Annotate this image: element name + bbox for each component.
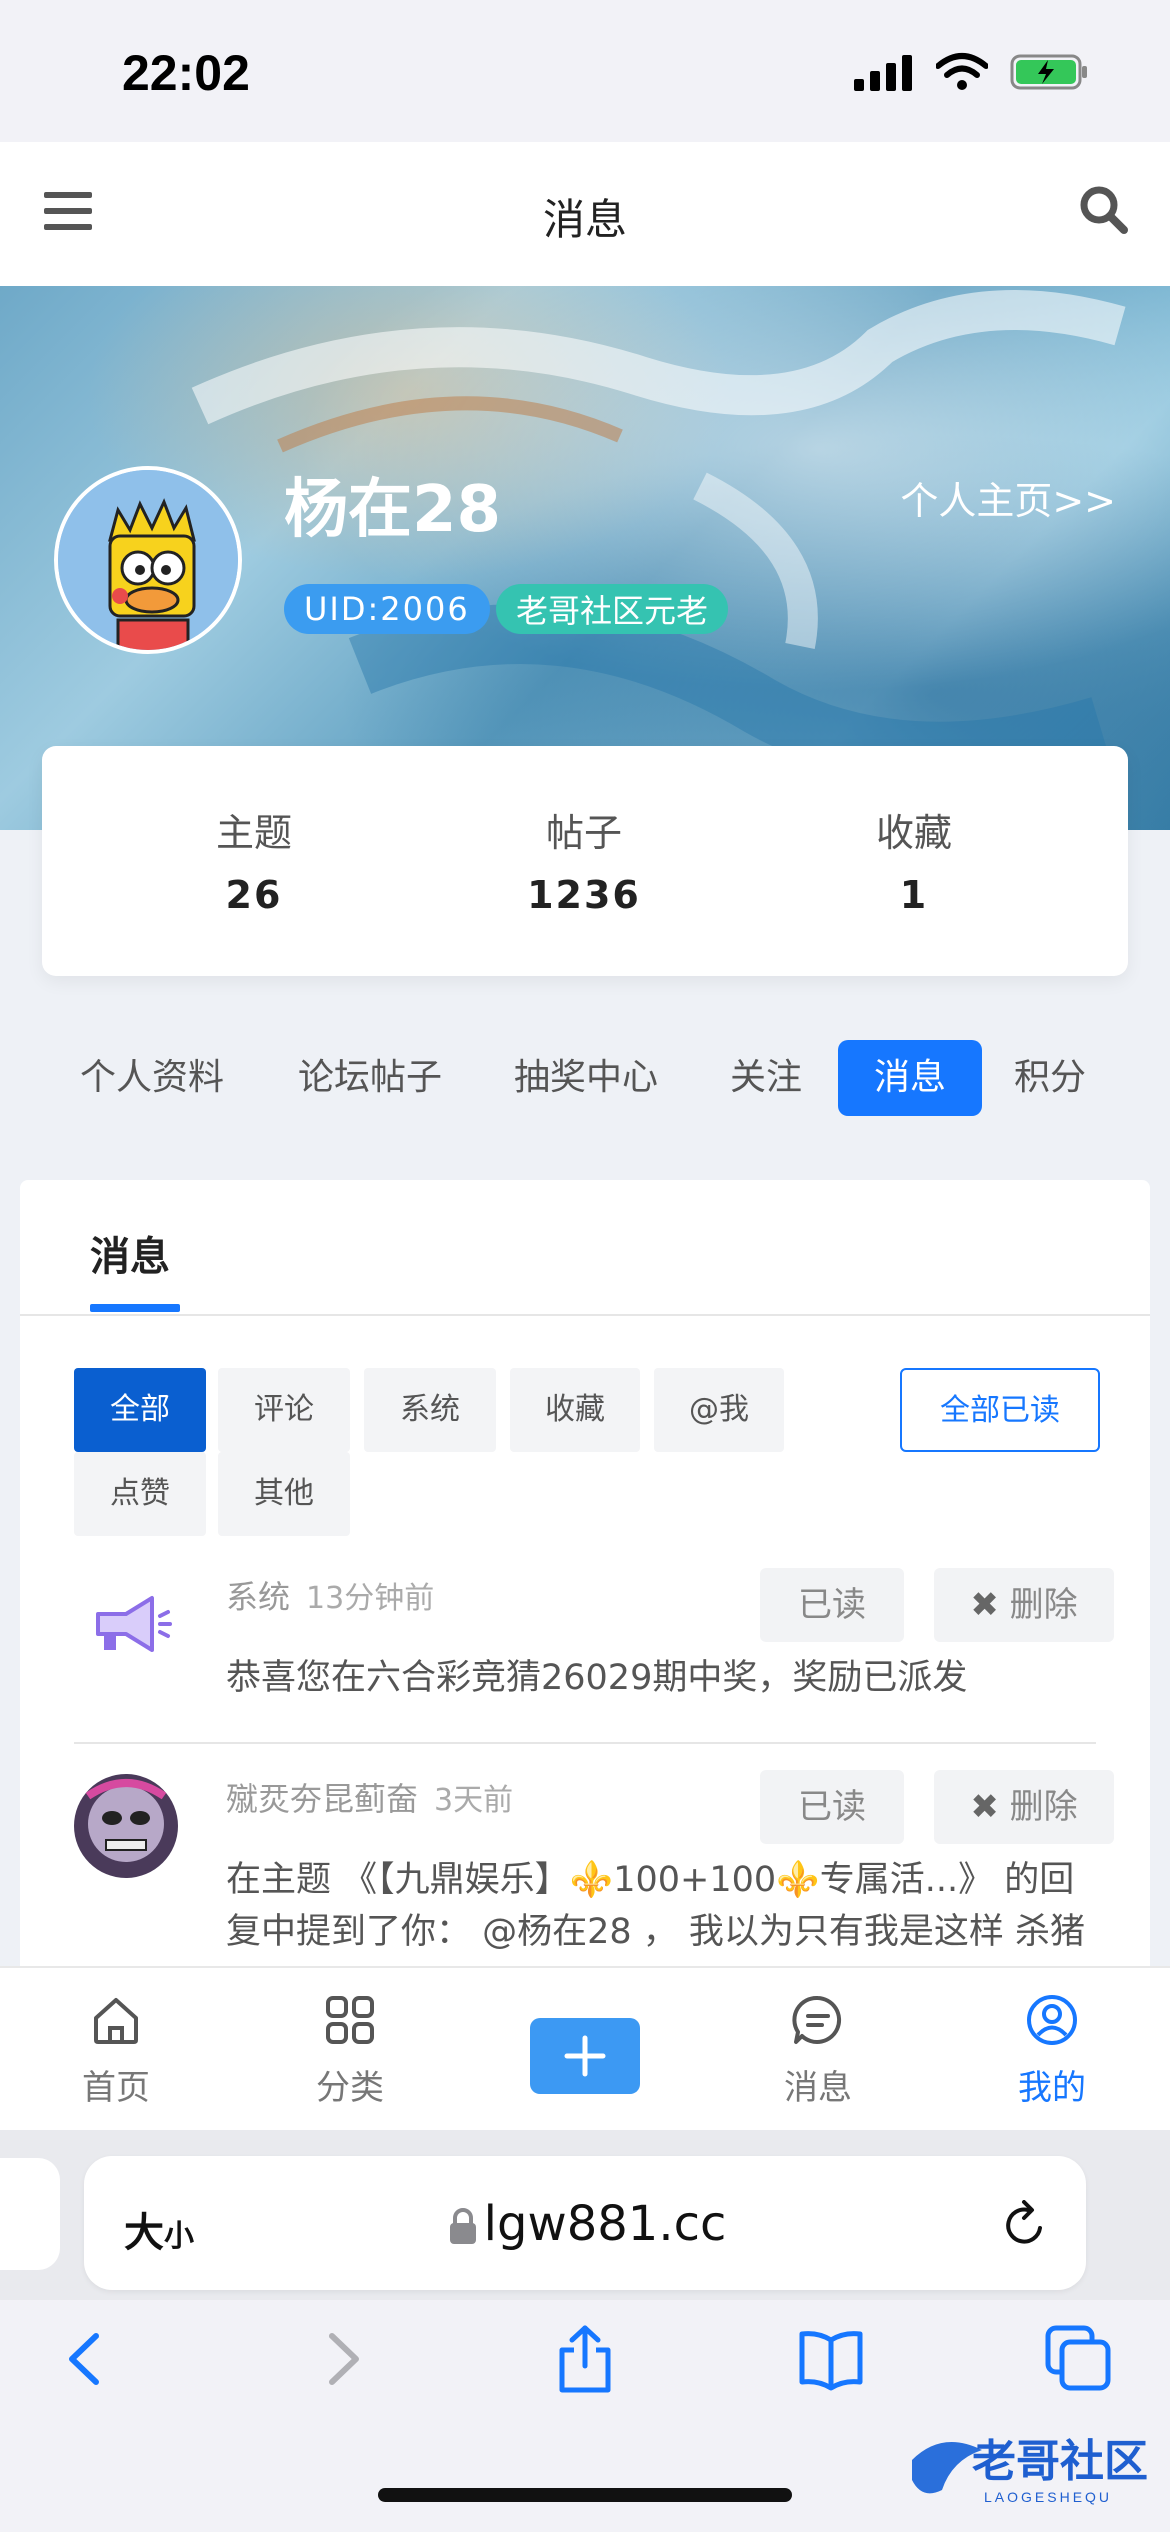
stat-label: 帖子: [545, 811, 622, 855]
profile-nav-tabs: 个人资料 论坛帖子 抽奖中心 关注 消息 积分: [0, 1040, 1170, 1120]
filter-likes[interactable]: 点赞: [74, 1452, 206, 1536]
filter-favorites[interactable]: 收藏: [510, 1368, 640, 1452]
filter-mentions[interactable]: @我: [654, 1368, 784, 1452]
stat-favorites[interactable]: 收藏 1: [784, 802, 1044, 917]
username: 杨在28: [284, 473, 502, 547]
message-text: 恭喜您在六合彩竞猜26029期中奖，奖励已派发: [226, 1658, 968, 1698]
tab-points[interactable]: 积分: [1014, 1040, 1086, 1116]
stats-card: 主题 26 帖子 1236 收藏 1: [42, 746, 1128, 976]
message-meta: 系统 13分钟前: [226, 1572, 434, 1618]
chat-icon: [792, 1995, 842, 2044]
new-post-button[interactable]: [530, 2018, 640, 2094]
battery-icon: [1010, 54, 1087, 90]
bookmarks-icon[interactable]: [796, 2324, 866, 2394]
panel-title-underline: [90, 1304, 180, 1312]
close-icon: ✖: [970, 1585, 999, 1625]
delete-button[interactable]: ✖ 删除: [934, 1568, 1114, 1642]
status-bar: 22:02: [0, 0, 1170, 142]
panel-title[interactable]: 消息: [90, 1224, 170, 1282]
bottom-tab-bar: 首页 分类 消息 我的: [0, 1966, 1170, 2130]
uid-badge: UID:2006: [284, 584, 490, 634]
message-meta: 殧烎夯昆蓟奤 3天前: [226, 1774, 513, 1820]
app-header: 消息: [0, 142, 1170, 286]
watermark-logo: 老哥社区 LAOGESHEQU: [902, 2420, 1152, 2520]
tabbar-label: 我的: [1018, 2068, 1086, 2108]
tab-lottery[interactable]: 抽奖中心: [514, 1040, 658, 1116]
filter-all[interactable]: 全部: [74, 1368, 206, 1452]
filter-comments[interactable]: 评论: [218, 1368, 350, 1452]
delete-label: 删除: [1009, 1585, 1078, 1625]
tab-profile[interactable]: 个人资料: [80, 1040, 224, 1116]
stat-value: 26: [225, 873, 283, 917]
stat-label: 收藏: [875, 811, 952, 855]
mark-all-read-button[interactable]: 全部已读: [900, 1368, 1100, 1452]
tabbar-home[interactable]: 首页: [36, 1992, 196, 2109]
level-badge: 老哥社区元老: [496, 584, 729, 634]
tabbar-label: 消息: [784, 2068, 852, 2108]
stat-value: 1236: [527, 873, 641, 917]
tab-forum-posts[interactable]: 论坛帖子: [298, 1040, 442, 1116]
tabbar-categories[interactable]: 分类: [270, 1992, 430, 2109]
page-title: 消息: [542, 195, 627, 244]
share-icon[interactable]: [550, 2324, 620, 2394]
filter-other[interactable]: 其他: [218, 1452, 350, 1536]
stat-value: 1: [899, 873, 929, 917]
tab-following[interactable]: 关注: [730, 1040, 802, 1116]
reload-icon[interactable]: [1000, 2200, 1050, 2250]
tabs-icon[interactable]: [1044, 2324, 1114, 2394]
mark-read-button[interactable]: 已读: [760, 1770, 904, 1844]
message-text: 在主题 《【九鼎娱乐】⚜️100+100⚜️专属活...》 的回复中提到了你： …: [226, 1860, 1086, 1952]
filter-system[interactable]: 系统: [364, 1368, 496, 1452]
message-author[interactable]: 殧烎夯昆蓟奤: [226, 1780, 418, 1818]
search-icon[interactable]: [1076, 182, 1132, 238]
messages-panel: 消息 全部 评论 系统 收藏 @我 点赞 其他 全部已读 系统 13分钟前 已读 …: [20, 1180, 1150, 1980]
wifi-icon: [936, 53, 988, 90]
home-icon: [94, 1998, 138, 2044]
delete-button[interactable]: ✖ 删除: [934, 1770, 1114, 1844]
divider: [20, 1314, 1150, 1316]
status-time: 22:02: [122, 45, 250, 101]
stat-posts[interactable]: 帖子 1236: [454, 802, 714, 917]
delete-label: 删除: [1009, 1787, 1078, 1827]
browser-address-area: 大小 lgw881.cc: [0, 2130, 1170, 2300]
megaphone-icon: [74, 1572, 178, 1676]
status-icons: [854, 52, 1090, 92]
address-bar[interactable]: 大小 lgw881.cc: [84, 2156, 1086, 2290]
home-indicator: [378, 2488, 792, 2502]
plus-icon: [564, 2035, 606, 2077]
mark-read-button[interactable]: 已读: [760, 1568, 904, 1642]
stat-topics[interactable]: 主题 26: [124, 802, 384, 917]
divider: [74, 1742, 1096, 1744]
url-text: lgw881.cc: [483, 2196, 727, 2252]
tabbar-messages[interactable]: 消息: [738, 1992, 898, 2109]
user-icon: [1027, 1995, 1077, 2045]
tabbar-mine[interactable]: 我的: [972, 1992, 1132, 2109]
user-avatar: [74, 1774, 178, 1878]
back-icon[interactable]: [52, 2324, 122, 2394]
message-time: 13分钟前: [306, 1581, 435, 1616]
forward-icon[interactable]: [306, 2324, 376, 2394]
tab-messages[interactable]: 消息: [838, 1040, 983, 1116]
svg-text:LAOGESHEQU: LAOGESHEQU: [984, 2489, 1112, 2505]
user-avatar[interactable]: [54, 466, 242, 654]
tabbar-label: 首页: [82, 2068, 150, 2108]
stat-label: 主题: [215, 811, 292, 855]
close-icon: ✖: [970, 1787, 999, 1827]
signal-icon: [854, 55, 912, 91]
svg-text:老哥社区: 老哥社区: [972, 2437, 1148, 2486]
tabbar-label: 分类: [316, 2068, 384, 2108]
avatar-cartoon-icon: [58, 470, 238, 650]
previous-tab-preview[interactable]: [0, 2158, 60, 2270]
grid-icon: [326, 1996, 374, 2044]
message-time: 3天前: [434, 1783, 514, 1818]
message-author: 系统: [226, 1578, 291, 1616]
personal-home-link[interactable]: 个人主页>>: [900, 470, 1116, 525]
